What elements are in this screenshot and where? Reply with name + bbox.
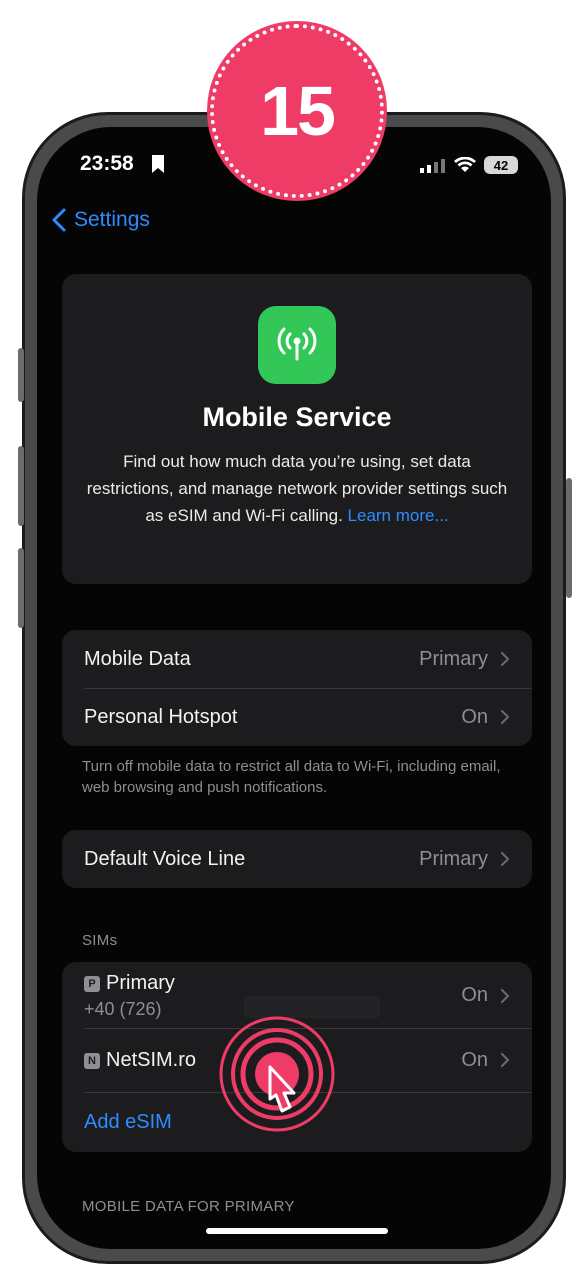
battery-icon: 42	[484, 156, 518, 174]
sim-card-icon: N	[84, 1052, 100, 1069]
sim-primary-value: On	[461, 984, 488, 1006]
personal-hotspot-value: On	[461, 705, 488, 728]
back-chevron-icon	[52, 208, 66, 232]
sim-netsim-value: On	[461, 1048, 488, 1071]
power-button	[566, 478, 572, 598]
default-voice-line-row[interactable]: Default Voice Line Primary	[62, 830, 532, 888]
sim-card-icon: P	[84, 976, 100, 992]
sim-netsim-label: NetSIM.ro	[106, 1048, 197, 1071]
volume-up-button	[18, 446, 24, 526]
mobile-service-header-card: Mobile Service Find out how much data yo…	[62, 274, 532, 584]
chevron-right-icon	[501, 652, 509, 666]
sim-primary-label: Primary	[106, 972, 175, 994]
default-voice-line-label: Default Voice Line	[84, 847, 246, 870]
status-time: 23:58	[80, 152, 134, 175]
mobile-data-footnote: Turn off mobile data to restrict all dat…	[82, 758, 501, 796]
home-indicator[interactable]	[206, 1228, 388, 1234]
sims-section-header: SIMs	[82, 932, 118, 949]
step-number: 15	[260, 72, 336, 150]
chevron-right-icon	[501, 1053, 509, 1067]
mobile-data-for-primary-header: MOBILE DATA FOR PRIMARY	[82, 1198, 295, 1215]
wifi-icon	[454, 157, 476, 172]
personal-hotspot-row[interactable]: Personal Hotspot On	[62, 688, 532, 746]
mobile-data-group: Mobile Data Primary Personal Hotspot On	[62, 630, 532, 746]
antenna-icon	[258, 306, 336, 384]
battery-level: 42	[493, 157, 509, 173]
mobile-data-row[interactable]: Mobile Data Primary	[62, 630, 532, 688]
signal-icon	[420, 159, 445, 173]
chevron-right-icon	[501, 852, 509, 866]
hero-description: Find out how much data you’re using, set…	[84, 448, 510, 529]
personal-hotspot-label: Personal Hotspot	[84, 705, 238, 728]
bookmark-icon	[152, 155, 164, 173]
page-title: Mobile Service	[202, 402, 392, 432]
voice-line-group: Default Voice Line Primary	[62, 830, 532, 888]
default-voice-line-value: Primary	[419, 847, 488, 870]
back-label: Settings	[74, 208, 150, 231]
back-button[interactable]: Settings	[52, 208, 150, 232]
chevron-right-icon	[501, 989, 509, 1003]
mobile-data-value: Primary	[419, 647, 488, 670]
side-button	[18, 348, 24, 402]
learn-more-link[interactable]: Learn more...	[348, 506, 449, 525]
mobile-data-label: Mobile Data	[84, 647, 191, 670]
chevron-right-icon	[501, 710, 509, 724]
sim-primary-title: P Primary	[84, 972, 461, 995]
tap-gesture-icon	[218, 1015, 336, 1133]
volume-down-button	[18, 548, 24, 628]
step-badge: 15	[210, 24, 384, 198]
